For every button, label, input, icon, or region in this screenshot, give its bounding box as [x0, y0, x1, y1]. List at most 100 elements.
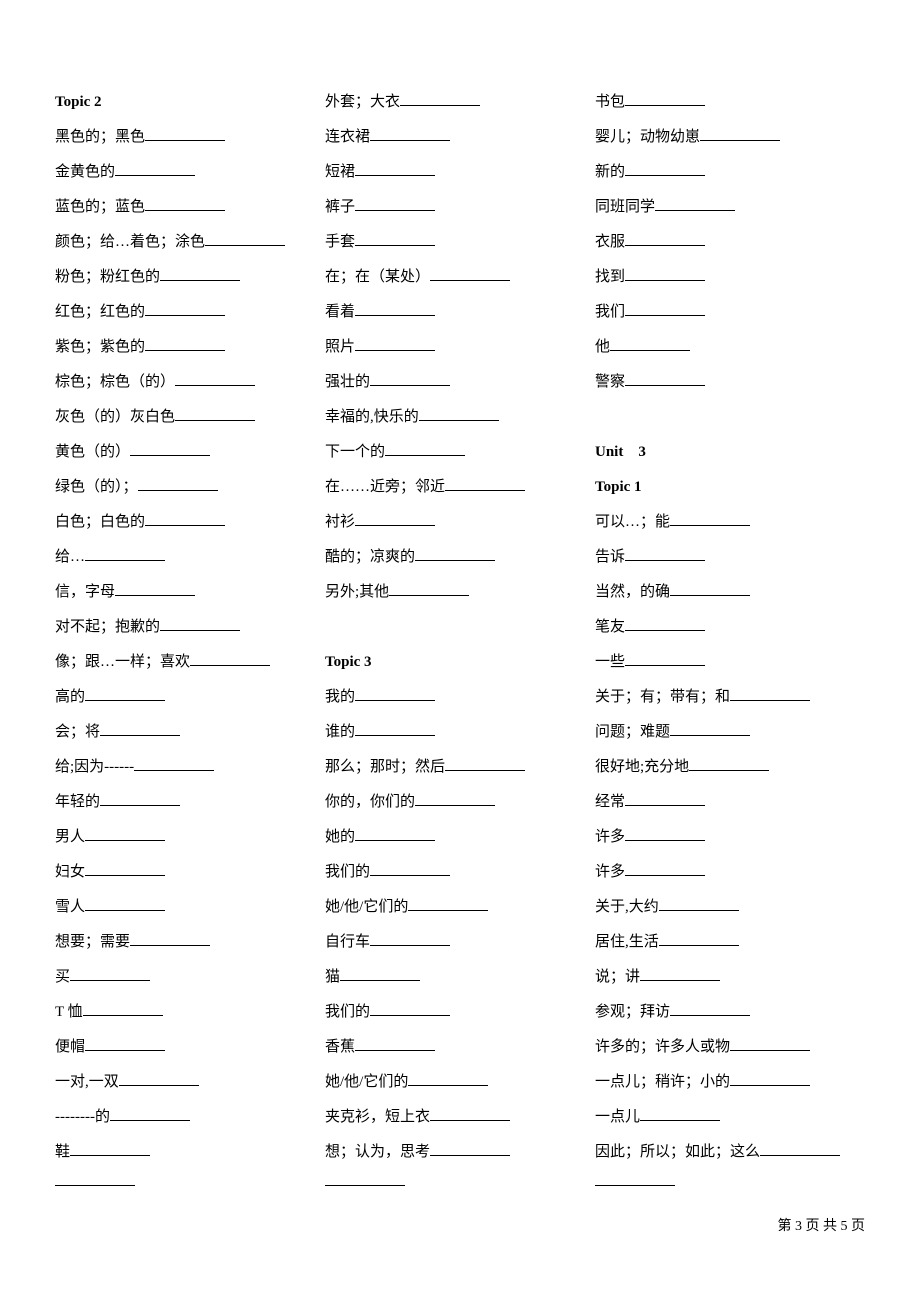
vocab-item: 因此；所以；如此；这么	[595, 1135, 865, 1170]
vocab-item	[325, 1170, 595, 1205]
vocab-item: 强壮的	[325, 365, 595, 400]
vocab-item: T 恤	[55, 995, 325, 1030]
vocab-item: 酷的；凉爽的	[325, 540, 595, 575]
vocab-item: 妇女	[55, 855, 325, 890]
vocab-item: 下一个的	[325, 435, 595, 470]
topic-heading: Topic 2	[55, 85, 325, 120]
vocab-item: 新的	[595, 155, 865, 190]
vocab-item: 她/他/它们的	[325, 890, 595, 925]
vocab-item: 她的	[325, 820, 595, 855]
empty-line	[325, 610, 595, 645]
vocab-item: 紫色；紫色的	[55, 330, 325, 365]
vocab-item: 蓝色的；蓝色	[55, 190, 325, 225]
vocab-item: 可以…；能	[595, 505, 865, 540]
vocab-item: 自行车	[325, 925, 595, 960]
vocab-item: 便帽	[55, 1030, 325, 1065]
vocab-item: 外套；大衣	[325, 85, 595, 120]
vocab-item: 灰色（的）灰白色	[55, 400, 325, 435]
vocab-item: 颜色；给…着色；涂色	[55, 225, 325, 260]
vocab-item: 看着	[325, 295, 595, 330]
vocab-item	[55, 1170, 325, 1205]
vocab-item: 幸福的,快乐的	[325, 400, 595, 435]
vocab-item: 绿色（的）；	[55, 470, 325, 505]
vocab-item: 手套	[325, 225, 595, 260]
vocab-item: 一些	[595, 645, 865, 680]
empty-line	[595, 400, 865, 435]
column-1: Topic 2 黑色的；黑色 金黄色的 蓝色的；蓝色 颜色；给…着色；涂色 粉色…	[55, 85, 325, 1205]
vocab-item: 年轻的	[55, 785, 325, 820]
vocab-item: 猫	[325, 960, 595, 995]
vocab-item: 说；讲	[595, 960, 865, 995]
column-3: 书包 婴儿；动物幼崽 新的 同班同学 衣服 找到 我们 他 警察 Unit 3 …	[595, 85, 865, 1205]
vocab-item: 警察	[595, 365, 865, 400]
vocab-item: 棕色；棕色（的）	[55, 365, 325, 400]
vocab-item: 一点儿	[595, 1100, 865, 1135]
worksheet-columns: Topic 2 黑色的；黑色 金黄色的 蓝色的；蓝色 颜色；给…着色；涂色 粉色…	[55, 85, 865, 1205]
vocab-item: 雪人	[55, 890, 325, 925]
vocab-item: 居住,生活	[595, 925, 865, 960]
vocab-item: 夹克衫，短上衣	[325, 1100, 595, 1135]
vocab-item: 黄色（的）	[55, 435, 325, 470]
vocab-item: 参观；拜访	[595, 995, 865, 1030]
vocab-item: --------的	[55, 1100, 325, 1135]
vocab-item: 我们的	[325, 855, 595, 890]
vocab-item: 想要；需要	[55, 925, 325, 960]
vocab-item: 短裙	[325, 155, 595, 190]
vocab-item: 同班同学	[595, 190, 865, 225]
vocab-item: 经常	[595, 785, 865, 820]
vocab-item: 一对,一双	[55, 1065, 325, 1100]
vocab-item: 另外;其他	[325, 575, 595, 610]
vocab-item: 那么；那时；然后	[325, 750, 595, 785]
vocab-item: 在；在（某处）	[325, 260, 595, 295]
vocab-item: 衬衫	[325, 505, 595, 540]
vocab-item: 许多	[595, 855, 865, 890]
vocab-item: 给…	[55, 540, 325, 575]
vocab-item: 连衣裙	[325, 120, 595, 155]
vocab-item: 在……近旁；邻近	[325, 470, 595, 505]
vocab-item: 照片	[325, 330, 595, 365]
vocab-item: 我们	[595, 295, 865, 330]
topic-heading: Topic 1	[595, 470, 865, 505]
vocab-item: 告诉	[595, 540, 865, 575]
vocab-item: 鞋	[55, 1135, 325, 1170]
vocab-item: 男人	[55, 820, 325, 855]
vocab-item	[595, 1170, 865, 1205]
vocab-item: 一点儿；稍许；小的	[595, 1065, 865, 1100]
vocab-item: 许多的；许多人或物	[595, 1030, 865, 1065]
vocab-item: 你的，你们的	[325, 785, 595, 820]
vocab-item: 想；认为，思考	[325, 1135, 595, 1170]
vocab-item: 问题；难题	[595, 715, 865, 750]
vocab-item: 他	[595, 330, 865, 365]
vocab-item: 香蕉	[325, 1030, 595, 1065]
vocab-item: 很好地;充分地	[595, 750, 865, 785]
vocab-item: 许多	[595, 820, 865, 855]
column-2: 外套；大衣 连衣裙 短裙 裤子 手套 在；在（某处） 看着 照片 强壮的 幸福的…	[325, 85, 595, 1205]
vocab-item: 我的	[325, 680, 595, 715]
vocab-item: 对不起；抱歉的	[55, 610, 325, 645]
vocab-item: 高的	[55, 680, 325, 715]
vocab-item: 会；将	[55, 715, 325, 750]
vocab-item: 衣服	[595, 225, 865, 260]
vocab-item: 找到	[595, 260, 865, 295]
vocab-item: 谁的	[325, 715, 595, 750]
vocab-item: 给;因为------	[55, 750, 325, 785]
unit-heading: Unit 3	[595, 435, 865, 470]
vocab-item: 关于；有；带有；和	[595, 680, 865, 715]
vocab-item: 信，字母	[55, 575, 325, 610]
vocab-item: 黑色的；黑色	[55, 120, 325, 155]
vocab-item: 像；跟…一样；喜欢	[55, 645, 325, 680]
vocab-item: 买	[55, 960, 325, 995]
vocab-item: 白色；白色的	[55, 505, 325, 540]
topic-heading: Topic 3	[325, 645, 595, 680]
page-footer: 第 3 页 共 5 页	[55, 1215, 865, 1235]
vocab-item: 婴儿；动物幼崽	[595, 120, 865, 155]
vocab-item: 金黄色的	[55, 155, 325, 190]
vocab-item: 笔友	[595, 610, 865, 645]
vocab-item: 我们的	[325, 995, 595, 1030]
vocab-item: 书包	[595, 85, 865, 120]
vocab-item: 红色；红色的	[55, 295, 325, 330]
vocab-item: 裤子	[325, 190, 595, 225]
vocab-item: 她/他/它们的	[325, 1065, 595, 1100]
vocab-item: 粉色；粉红色的	[55, 260, 325, 295]
vocab-item: 当然，的确	[595, 575, 865, 610]
